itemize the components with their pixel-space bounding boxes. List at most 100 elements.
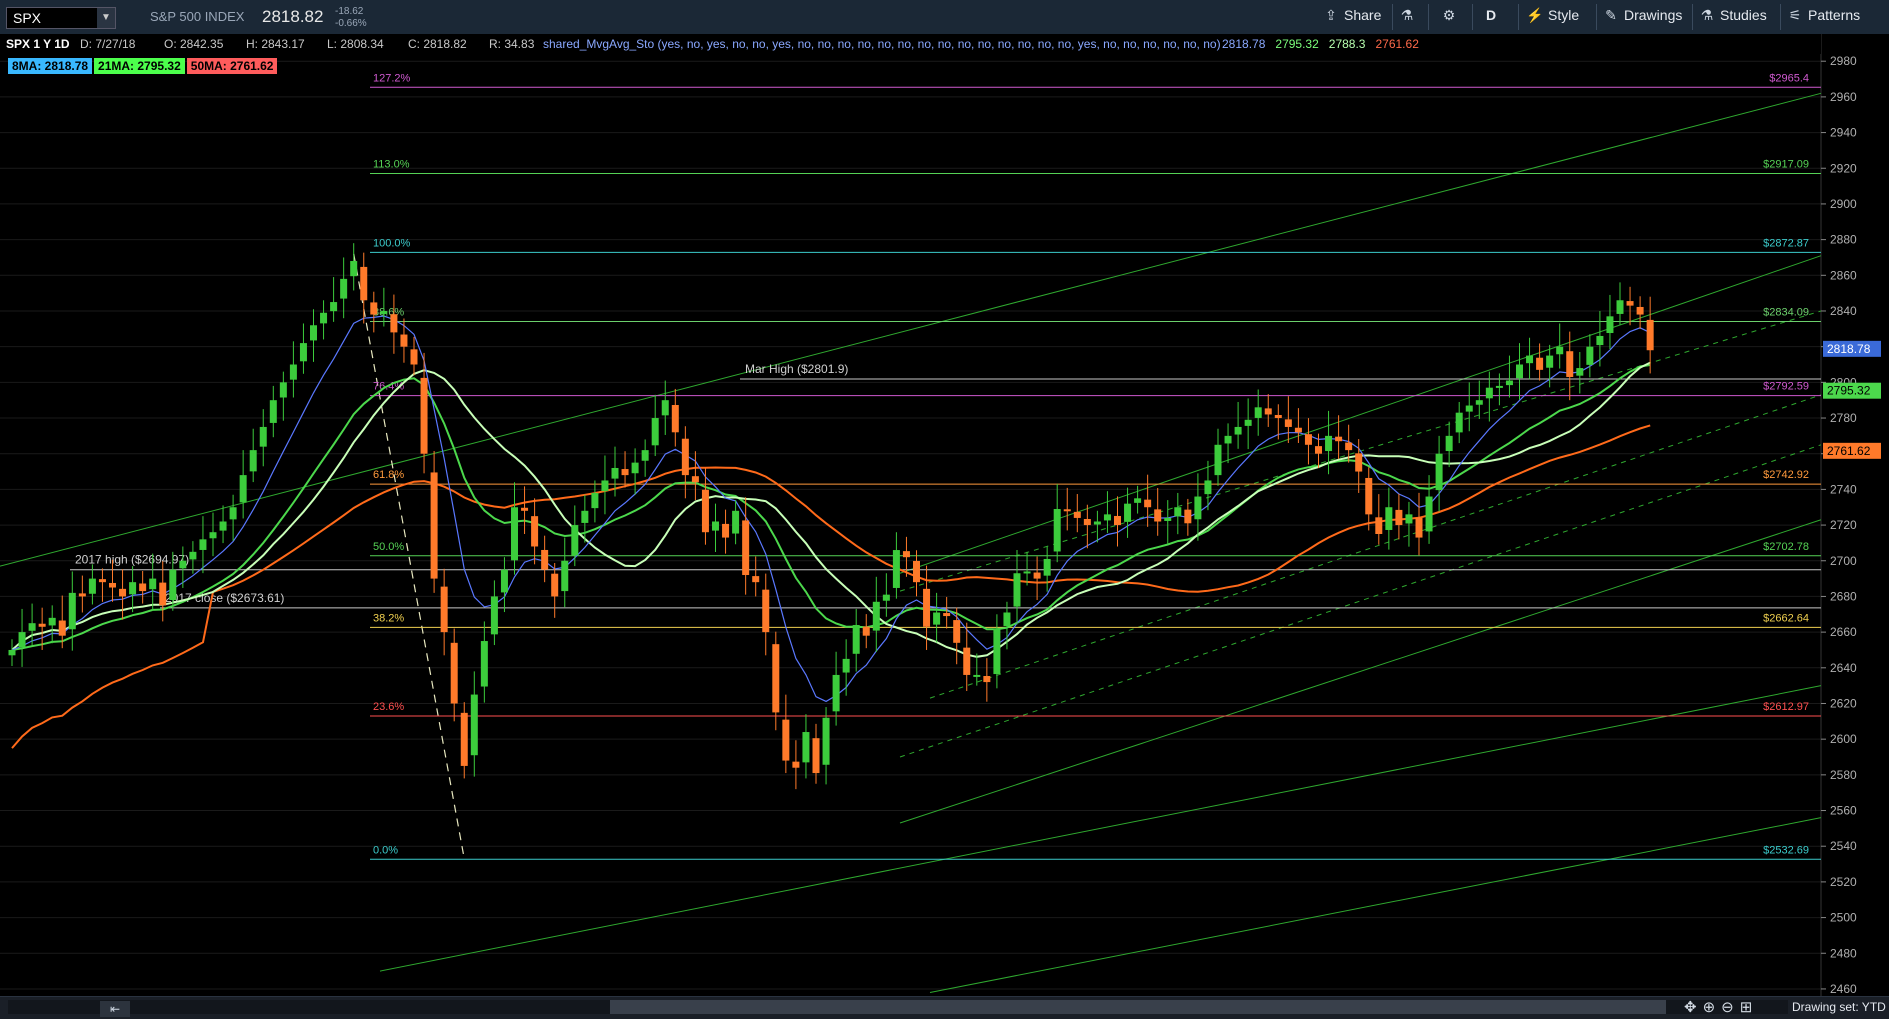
candle-body xyxy=(1435,453,1443,491)
y-tick-label: 2700 xyxy=(1830,554,1857,568)
candle-body xyxy=(1304,434,1312,445)
zoom-out-icon[interactable]: ⊖ xyxy=(1721,999,1740,1016)
study-name[interactable]: shared_MvgAvg_Sto (yes, no, yes, no, no,… xyxy=(543,37,1221,51)
style-button[interactable]: ⚡ Style xyxy=(1526,7,1579,27)
candle-body xyxy=(732,510,740,534)
candle-body xyxy=(390,314,398,333)
style-icon: ⚡ xyxy=(1526,7,1544,23)
fib-level-pct: 38.2% xyxy=(373,612,404,624)
candle-body xyxy=(1043,558,1051,576)
style-label: Style xyxy=(1548,7,1580,23)
candle-body xyxy=(712,521,719,531)
symbol-text: SPX xyxy=(13,10,42,26)
patterns-button[interactable]: ⚟ Patterns xyxy=(1786,7,1860,27)
candle-body xyxy=(119,588,127,597)
price-chart[interactable]: 2460 2480 2500 2520 2540 2560 2580 2600 2620 2640… xyxy=(0,34,1889,996)
candle-body xyxy=(68,592,76,630)
candle-body xyxy=(973,674,981,677)
candle-body xyxy=(189,551,197,560)
fib-level-price: $2662.64 xyxy=(1763,612,1809,624)
candle-body xyxy=(410,349,418,365)
chevron-down-icon[interactable]: ▼ xyxy=(97,8,115,28)
candle-body xyxy=(1536,357,1544,370)
bar-high: H: 2843.17 xyxy=(246,37,305,51)
fib-level-pct: 61.8% xyxy=(373,469,404,481)
drawings-button[interactable]: ✎ Drawings xyxy=(1602,7,1682,27)
candle-body xyxy=(1063,509,1071,512)
bottom-bar: ⇤ ✥⊕⊖⊞ Drawing set: YTD xyxy=(0,996,1889,1019)
candle-body xyxy=(1053,509,1061,552)
candle-body xyxy=(963,647,971,675)
symbol-selector[interactable]: SPX ▼ xyxy=(6,7,116,29)
zoom-controls[interactable]: ✥⊕⊖⊞ xyxy=(1684,998,1758,1016)
candle-body xyxy=(1114,515,1121,526)
candle-body xyxy=(400,334,408,347)
studies-button[interactable]: ⚗ Studies xyxy=(1698,7,1767,27)
candle-body xyxy=(1174,507,1182,517)
zoom-in-icon[interactable]: ⊕ xyxy=(1703,999,1722,1016)
candle-body xyxy=(1164,517,1172,521)
share-icon: ⇪ xyxy=(1325,7,1337,23)
fib-level-price: $2532.69 xyxy=(1763,844,1809,856)
candle-body xyxy=(1003,612,1011,627)
candle-body xyxy=(882,594,890,601)
candle-body xyxy=(1073,511,1081,518)
y-tick-label: 2660 xyxy=(1830,625,1857,639)
candle-body xyxy=(1335,436,1343,442)
candle-body xyxy=(691,476,699,483)
candle-body xyxy=(902,551,910,558)
y-tick-label: 2600 xyxy=(1830,732,1857,746)
ma-label: 8MA: 2818.78 xyxy=(8,58,93,74)
drawing-set-label[interactable]: Drawing set: YTD xyxy=(1792,1000,1886,1014)
candle-body xyxy=(812,738,820,774)
candle-body xyxy=(913,560,920,583)
candle-body xyxy=(1516,364,1523,379)
fib-level-price: $2872.87 xyxy=(1763,237,1809,249)
patterns-icon: ⚟ xyxy=(1788,7,1802,23)
pan-icon[interactable]: ⊞ xyxy=(1740,999,1759,1016)
chart-info-bar: SPX 1 Y 1D D: 7/27/18 O: 2842.35 H: 2843… xyxy=(0,34,1821,54)
candle-body xyxy=(269,400,277,423)
aggregation-label: D xyxy=(1486,7,1497,23)
candle-body xyxy=(1385,507,1393,530)
candle-body xyxy=(772,644,780,713)
trend-channel-line xyxy=(899,444,1822,758)
time-scrollbar[interactable]: ⇤ xyxy=(8,1000,1788,1017)
crosshair-icon[interactable]: ✥ xyxy=(1684,999,1703,1016)
candle-body xyxy=(832,674,840,712)
y-tick-label: 2980 xyxy=(1830,54,1857,68)
y-tick-label: 2680 xyxy=(1830,589,1857,603)
toolbar-divider xyxy=(1596,4,1597,30)
study-value: 2818.78 xyxy=(1222,37,1266,51)
candle-body xyxy=(350,261,358,277)
flask-icon: ⚗ xyxy=(1700,7,1714,23)
scrollbar-thumb[interactable] xyxy=(610,1000,1666,1014)
candle-body xyxy=(420,377,428,454)
y-tick-label: 2480 xyxy=(1830,946,1857,960)
aggregation-button[interactable]: D xyxy=(1486,7,1496,27)
candle-body xyxy=(18,632,26,648)
candle-body xyxy=(500,569,508,593)
y-tick-label: 2720 xyxy=(1830,518,1857,532)
price-label-text: 2761.62 xyxy=(1827,444,1871,458)
candle-body xyxy=(1274,414,1282,419)
candle-body xyxy=(1425,496,1433,532)
bar-range: R: 34.83 xyxy=(489,37,535,51)
candle-body xyxy=(601,480,609,492)
candle-body xyxy=(1244,419,1252,426)
flask-icon: ⚗ xyxy=(1400,7,1414,23)
candle-body xyxy=(1033,572,1041,579)
candle-body xyxy=(1556,346,1564,355)
flask-button[interactable]: ⚗ xyxy=(1398,7,1420,27)
share-button[interactable]: ⇪ Share xyxy=(1322,7,1381,27)
y-tick-label: 2920 xyxy=(1830,161,1857,175)
jump-to-start-icon[interactable]: ⇤ xyxy=(100,1001,130,1017)
candle-body xyxy=(340,278,348,299)
candle-body xyxy=(239,475,247,503)
candle-body xyxy=(159,582,167,606)
settings-button[interactable]: ⚙ xyxy=(1440,7,1462,27)
candle-body xyxy=(1365,477,1373,515)
candle-body xyxy=(1405,514,1413,524)
candle-body xyxy=(209,532,217,539)
candle-body xyxy=(1485,387,1493,399)
